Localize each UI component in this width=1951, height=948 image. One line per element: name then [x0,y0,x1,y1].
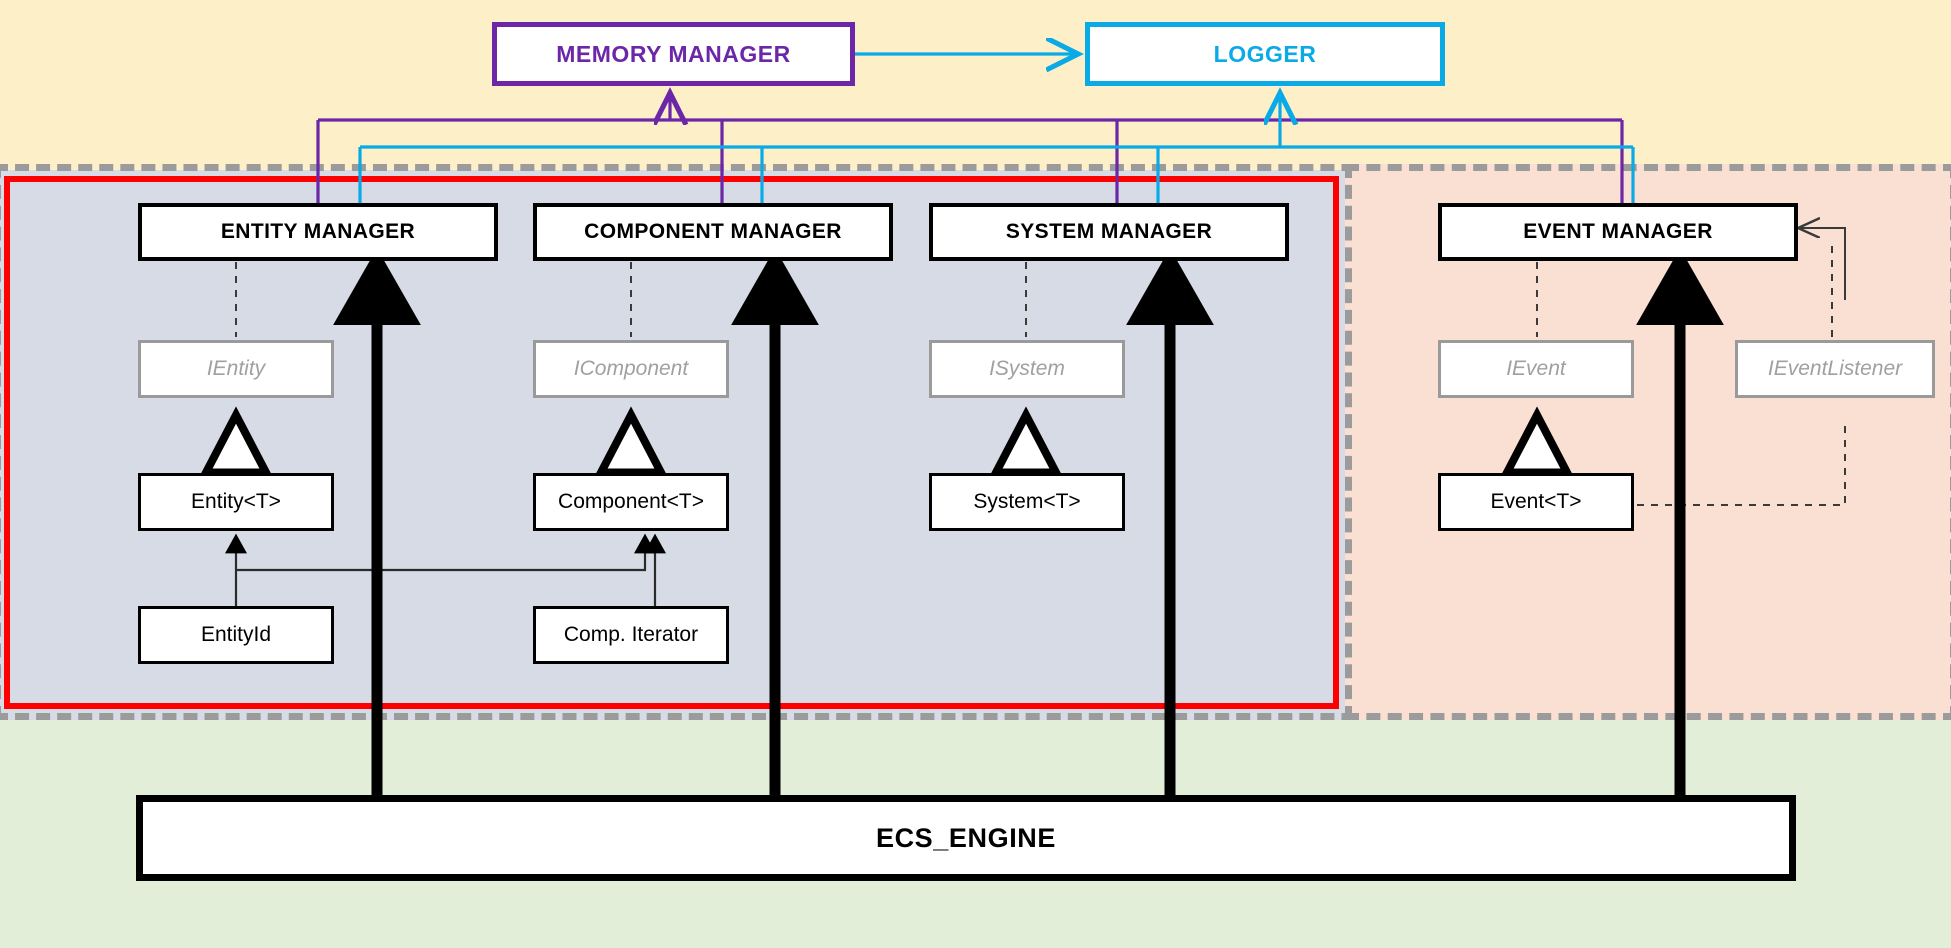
ientity-box[interactable]: IEntity [138,340,334,398]
component-t-box[interactable]: Component<T> [533,473,729,531]
event-manager-box[interactable]: EVENT MANAGER [1438,203,1798,261]
logger-label: LOGGER [1213,40,1317,67]
comp-iterator-label: Comp. Iterator [563,623,699,646]
event-manager-label: EVENT MANAGER [1523,220,1713,243]
component-t-label: Component<T> [558,490,704,513]
entity-manager-label: ENTITY MANAGER [220,220,416,243]
component-manager-box[interactable]: COMPONENT MANAGER [533,203,893,261]
event-t-label: Event<T> [1490,490,1582,513]
entity-id-box[interactable]: EntityId [138,606,334,664]
ecs-engine-box[interactable]: ECS_ENGINE [136,795,1796,881]
icomponent-label: IComponent [573,357,689,380]
ieventlistener-label: IEventListener [1767,357,1903,380]
system-manager-box[interactable]: SYSTEM MANAGER [929,203,1289,261]
icomponent-box[interactable]: IComponent [533,340,729,398]
ientity-label: IEntity [206,357,266,380]
logger-box[interactable]: LOGGER [1085,22,1445,86]
comp-iterator-box[interactable]: Comp. Iterator [533,606,729,664]
entity-manager-box[interactable]: ENTITY MANAGER [138,203,498,261]
memory-manager-box[interactable]: MEMORY MANAGER [492,22,855,86]
entity-id-label: EntityId [200,623,272,646]
isystem-box[interactable]: ISystem [929,340,1125,398]
isystem-label: ISystem [989,357,1065,380]
ieventlistener-box[interactable]: IEventListener [1735,340,1935,398]
memory-manager-label: MEMORY MANAGER [556,40,791,67]
system-t-label: System<T> [973,490,1081,513]
entity-t-label: Entity<T> [191,490,281,513]
band-services-layer [0,0,1951,170]
architecture-diagram: MEMORY MANAGER LOGGER ENTITY MANAGER COM… [0,0,1951,948]
ecs-engine-label: ECS_ENGINE [875,822,1057,853]
entity-t-box[interactable]: Entity<T> [138,473,334,531]
event-t-box[interactable]: Event<T> [1438,473,1634,531]
ievent-label: IEvent [1506,357,1566,380]
system-manager-label: SYSTEM MANAGER [1005,220,1213,243]
component-manager-label: COMPONENT MANAGER [584,220,842,243]
system-t-box[interactable]: System<T> [929,473,1125,531]
ievent-box[interactable]: IEvent [1438,340,1634,398]
